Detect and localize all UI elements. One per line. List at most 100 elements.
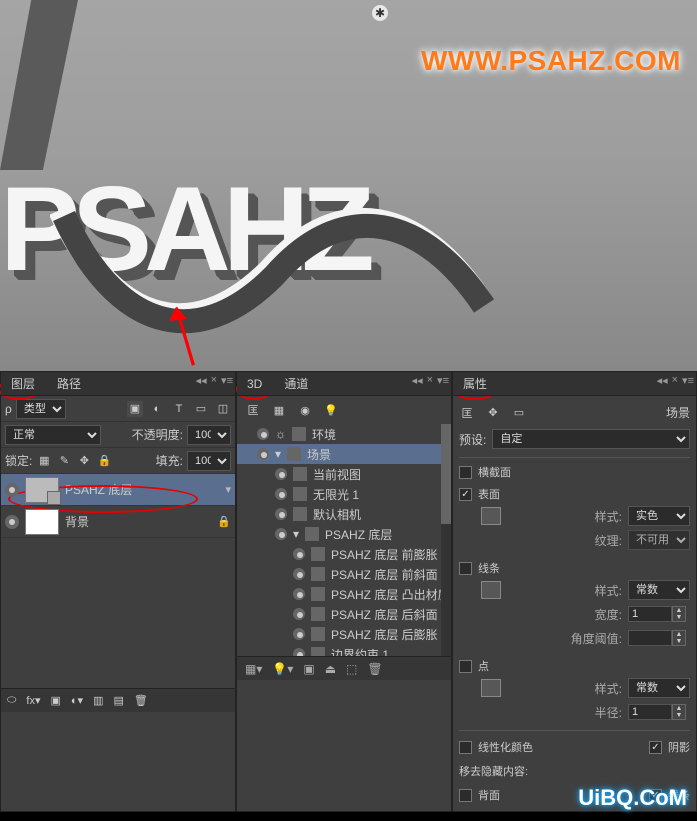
line-style-select[interactable]: 常数 <box>628 580 690 600</box>
move-cat-icon[interactable]: ✥ <box>485 405 501 421</box>
watermark-text: WWW.PSAHZ.COM <box>421 45 681 77</box>
tree-item-psahz-mesh[interactable]: ▾PSAHZ 底层 <box>237 524 451 544</box>
tree-item-material[interactable]: PSAHZ 底层 凸出材质 <box>237 584 451 604</box>
panel-collapse-icon[interactable]: ◂◂ <box>412 374 423 387</box>
tab-properties[interactable]: 属性 <box>459 373 491 394</box>
tab-paths[interactable]: 路径 <box>53 373 85 394</box>
tree-item-material[interactable]: PSAHZ 底层 后斜面 ... <box>237 604 451 624</box>
lock-move-icon[interactable]: ✥ <box>76 453 92 469</box>
surface-checkbox[interactable] <box>459 488 472 501</box>
bottom-watermark: UiBQ.CoM <box>578 785 687 811</box>
layer-entry-background[interactable]: 背景 🔒 <box>1 506 235 538</box>
tree-scrollbar[interactable] <box>441 424 451 656</box>
layers-tabbar: 图层 路径 ◂◂ × ▾≡ <box>1 372 235 396</box>
viewport-3d[interactable]: ✱ PSAHZ WWW.PSAHZ.COM <box>0 0 697 371</box>
tree-item-material[interactable]: PSAHZ 底层 前斜面 ... <box>237 564 451 584</box>
fx-icon[interactable]: fx▾ <box>26 694 40 707</box>
group-icon[interactable]: ▥ <box>93 694 103 707</box>
layer-kind-select[interactable]: 类型 <box>16 399 66 419</box>
coord-cat-icon[interactable]: ▭ <box>511 405 527 421</box>
preset-select[interactable]: 自定 <box>492 429 690 449</box>
panel-close-icon[interactable]: × <box>672 374 678 387</box>
style-label: 样式: <box>582 508 622 525</box>
backfaces-checkbox[interactable] <box>459 789 472 802</box>
tree-item-environment[interactable]: ☼环境 <box>237 424 451 444</box>
tree-item-scene[interactable]: ▾场景 <box>237 444 451 464</box>
shadow-checkbox[interactable] <box>649 741 662 754</box>
layer-disclosure-icon[interactable]: ▾ <box>225 483 231 496</box>
layer-thumbnail[interactable] <box>25 509 59 535</box>
filter-shape-icon[interactable]: ▭ <box>193 401 209 417</box>
light-icon[interactable]: 💡▾ <box>272 662 293 676</box>
render-icon[interactable]: ▦▾ <box>245 662 262 676</box>
adjustment-icon[interactable]: ◐▾ <box>71 694 83 707</box>
tree-item-default-camera[interactable]: 默认相机 <box>237 504 451 524</box>
mask-icon[interactable]: ▣ <box>50 694 60 707</box>
properties-panel: 属性 ◂◂ × ▾≡ 匡 ✥ ▭ 场景 预设: 自定 <box>452 371 697 812</box>
filter-adjust-icon[interactable]: ◐ <box>149 401 165 417</box>
lock-all-icon[interactable]: 🔒 <box>96 453 112 469</box>
angle-input[interactable]: ▲▼ <box>628 630 690 646</box>
radius-input[interactable]: ▲▼ <box>628 704 690 720</box>
filter-scene-icon[interactable]: 匡 <box>245 402 261 418</box>
fill-value[interactable]: 100% <box>187 451 231 471</box>
trash-icon[interactable]: 🗑 <box>134 694 148 707</box>
layer-thumbnail[interactable] <box>25 477 59 503</box>
blend-opacity-row: 正常 不透明度: 100% <box>1 422 235 448</box>
filter-pixel-icon[interactable]: ▣ <box>127 401 143 417</box>
tab-layers[interactable]: 图层 <box>7 373 39 394</box>
filter-light-icon[interactable]: 💡 <box>323 402 339 418</box>
lock-paint-icon[interactable]: ✎ <box>56 453 72 469</box>
trash-icon[interactable]: 🗑 <box>367 662 382 676</box>
cross-section-label: 横截面 <box>478 464 511 480</box>
filter-mesh-icon[interactable]: ▦ <box>271 402 287 418</box>
tab-3d[interactable]: 3D <box>243 375 266 393</box>
camera-icon[interactable]: ▣ <box>303 662 314 676</box>
points-checkbox[interactable] <box>459 660 472 673</box>
ground-icon[interactable]: ⏏ <box>325 662 336 676</box>
panel-close-icon[interactable]: × <box>427 374 433 387</box>
opacity-value[interactable]: 100% <box>187 425 231 445</box>
panel-menu-icon[interactable]: ▾≡ <box>221 374 233 387</box>
tree-item-material[interactable]: PSAHZ 底层 后膨胀 ... <box>237 624 451 644</box>
panel-collapse-icon[interactable]: ◂◂ <box>196 374 207 387</box>
visibility-toggle-icon[interactable] <box>5 515 19 529</box>
blend-mode-select[interactable]: 正常 <box>5 425 101 445</box>
filter-smart-icon[interactable]: ◫ <box>215 401 231 417</box>
width-input[interactable]: ▲▼ <box>628 606 690 622</box>
linearize-checkbox[interactable] <box>459 741 472 754</box>
props-category-row: 匡 ✥ ▭ 场景 <box>459 400 690 425</box>
link-layers-icon[interactable]: ⬭ <box>7 694 16 707</box>
layer-entry-psahz[interactable]: PSAHZ 底层 ▾ <box>1 474 235 506</box>
axis-icon[interactable]: ⬚ <box>346 662 357 676</box>
filter-material-icon[interactable]: ◉ <box>297 402 313 418</box>
point-style-label: 样式: <box>582 680 622 697</box>
lines-swatch[interactable] <box>481 581 501 599</box>
surface-swatch[interactable] <box>481 507 501 525</box>
cross-section-checkbox[interactable] <box>459 466 472 479</box>
points-swatch[interactable] <box>481 679 501 697</box>
panel-close-icon[interactable]: × <box>211 374 217 387</box>
texture-select[interactable]: 不可用 <box>628 530 690 550</box>
tree-item-constraint[interactable]: 边界约束 1 <box>237 644 451 656</box>
tree-item-current-view[interactable]: 当前视图 <box>237 464 451 484</box>
fill-label: 填充: <box>156 452 183 469</box>
3d-footer: ▦▾ 💡▾ ▣ ⏏ ⬚ 🗑 <box>237 656 451 680</box>
tree-item-material[interactable]: PSAHZ 底层 前膨胀 ... <box>237 544 451 564</box>
new-layer-icon[interactable]: ▤ <box>113 694 123 707</box>
surface-style-select[interactable]: 实色 <box>628 506 690 526</box>
layer-name: 背景 <box>65 513 89 530</box>
opacity-label: 不透明度: <box>132 426 183 443</box>
tree-item-infinite-light[interactable]: 无限光 1 <box>237 484 451 504</box>
tab-channels[interactable]: 通道 <box>280 373 312 394</box>
visibility-toggle-icon[interactable] <box>5 483 19 497</box>
filter-type-icon[interactable]: T <box>171 401 187 417</box>
layer-filter-row: ρ 类型 ▣ ◐ T ▭ ◫ <box>1 396 235 422</box>
point-style-select[interactable]: 常数 <box>628 678 690 698</box>
panel-menu-icon[interactable]: ▾≡ <box>437 374 449 387</box>
scene-cat-icon[interactable]: 匡 <box>459 405 475 421</box>
panel-collapse-icon[interactable]: ◂◂ <box>657 374 668 387</box>
lock-trans-icon[interactable]: ▦ <box>36 453 52 469</box>
panel-menu-icon[interactable]: ▾≡ <box>682 374 694 387</box>
lines-checkbox[interactable] <box>459 562 472 575</box>
